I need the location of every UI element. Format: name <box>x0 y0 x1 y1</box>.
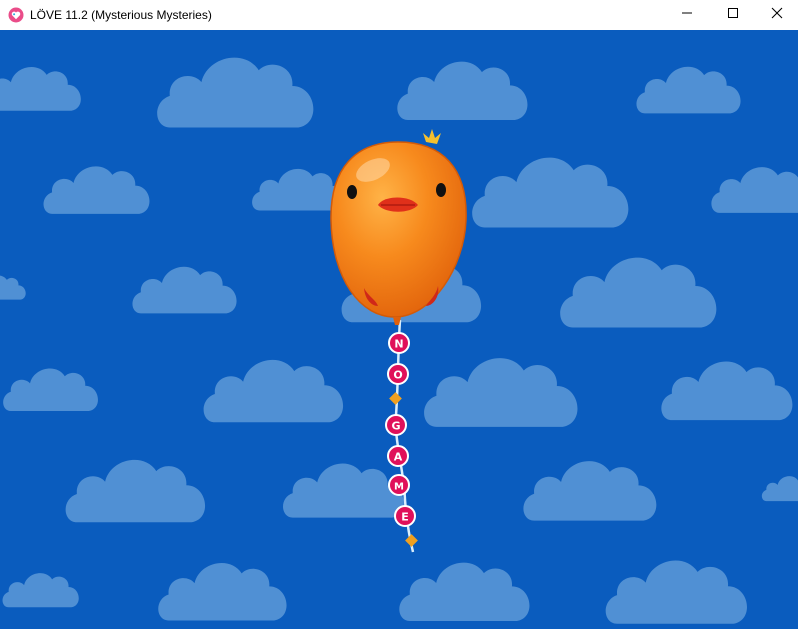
window-title: LÖVE 11.2 (Mysterious Mysteries) <box>30 8 212 22</box>
badge-letter: A <box>394 451 403 464</box>
diamond-charm <box>389 392 402 405</box>
game-canvas[interactable]: N O G A M E <box>0 30 798 629</box>
diamond-charm <box>405 534 418 547</box>
minimize-icon <box>681 6 693 24</box>
letter-badge: G <box>385 414 407 436</box>
love-window: LÖVE 11.2 (Mysterious Mysteries) N O G A… <box>0 0 798 629</box>
badge-letter: O <box>393 369 402 382</box>
badge-letter: M <box>394 482 404 493</box>
maximize-button[interactable] <box>710 0 756 30</box>
letter-badge: N <box>388 332 410 354</box>
badge-letter: E <box>401 511 409 524</box>
maximize-icon <box>727 6 739 24</box>
letter-badge: M <box>388 474 410 496</box>
badge-letter: N <box>394 338 403 351</box>
close-button[interactable] <box>754 0 798 30</box>
letter-badge: A <box>387 445 409 467</box>
badge-letter: G <box>391 420 400 433</box>
letter-badge: O <box>387 363 409 385</box>
love-heart-icon <box>8 7 24 23</box>
title-bar[interactable]: LÖVE 11.2 (Mysterious Mysteries) <box>0 0 798 30</box>
close-icon <box>771 6 783 24</box>
letter-badge: E <box>394 505 416 527</box>
minimize-button[interactable] <box>664 0 710 30</box>
